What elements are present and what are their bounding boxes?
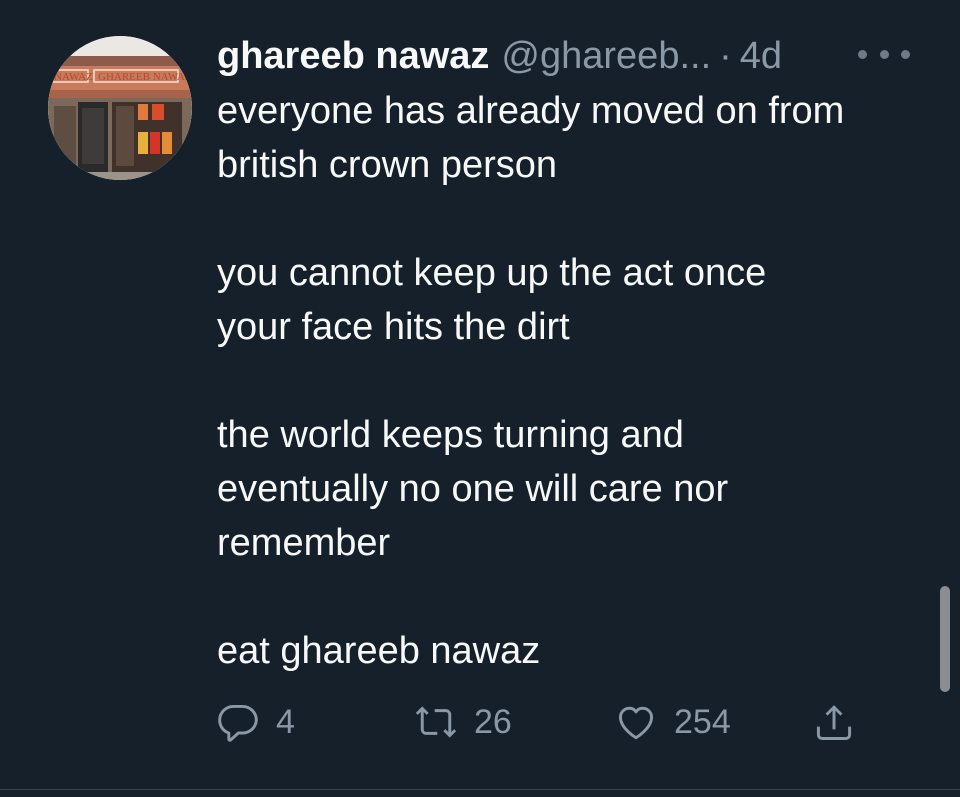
- tweet-line-break: [217, 570, 917, 624]
- more-horizontal-icon: [858, 49, 867, 59]
- retweet-button[interactable]: 26: [414, 692, 512, 752]
- tweet-line: the world keeps turning and: [217, 414, 684, 456]
- tweet-timestamp[interactable]: 4d: [740, 30, 782, 82]
- retweet-icon: [415, 706, 457, 738]
- tweet-header: ghareeb nawaz @ghareeb... · 4d: [217, 30, 782, 82]
- like-count: 254: [674, 702, 731, 741]
- tweet[interactable]: NAWAZ GHAREEB NAWAZ ghareeb nawaz @ghare…: [0, 0, 960, 797]
- more-dot: [879, 49, 889, 59]
- reply-button[interactable]: 4: [216, 692, 295, 752]
- reply-icon: [218, 704, 258, 742]
- tweet-line: british crown person: [217, 144, 558, 186]
- tweet-actions: 4 26 254: [0, 692, 960, 752]
- tweet-line-break: [217, 354, 917, 408]
- share-button[interactable]: [812, 692, 856, 752]
- more-dot: [901, 49, 910, 59]
- tweet-line: everyone has already moved on from: [217, 90, 845, 132]
- heart-icon: [618, 706, 654, 740]
- tweet-line-break: [217, 192, 917, 246]
- avatar[interactable]: NAWAZ GHAREEB NAWAZ: [48, 36, 192, 180]
- retweet-count: 26: [474, 702, 512, 741]
- reply-count: 4: [276, 702, 295, 741]
- tweet-line: your face hits the dirt: [217, 306, 570, 348]
- storefront-photo: NAWAZ GHAREEB NAWAZ: [48, 36, 192, 180]
- share-icon: [816, 705, 852, 740]
- like-button[interactable]: 254: [614, 692, 731, 752]
- tweet-text: everyone has already moved on from briti…: [217, 84, 917, 678]
- separator-dot: ·: [719, 35, 732, 77]
- avatar-sign-left: NAWAZ: [54, 71, 93, 83]
- tweet-line: eventually no one will care nor: [217, 468, 729, 510]
- tweet-line: you cannot keep up the act once: [217, 252, 767, 294]
- tweet-line: remember: [217, 522, 391, 564]
- more-options-button[interactable]: [858, 44, 910, 64]
- avatar-sign-main: GHAREEB NAWAZ: [98, 71, 192, 83]
- divider: [0, 789, 960, 790]
- display-name[interactable]: ghareeb nawaz: [217, 30, 489, 82]
- user-handle[interactable]: @ghareeb...: [501, 30, 711, 82]
- scrollbar-thumb[interactable]: [940, 586, 950, 692]
- tweet-line: eat ghareeb nawaz: [217, 630, 541, 672]
